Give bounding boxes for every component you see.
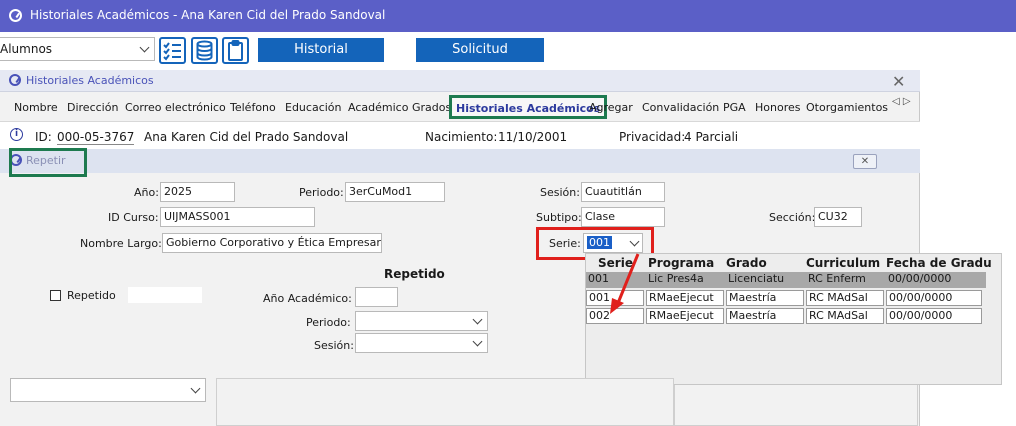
student-name: Ana Karen Cid del Prado Sandoval (144, 130, 349, 144)
grid-header-grado: Grado (726, 256, 767, 270)
repetido-blank-field (128, 287, 202, 303)
repetir-dialog-header: Repetir (0, 149, 920, 173)
grid-cell: Maestría (726, 308, 804, 324)
tab-direccion[interactable]: Dirección (67, 101, 118, 114)
privacy-label: Privacidad: (619, 130, 686, 144)
repetido-heading: Repetido (384, 267, 445, 281)
id-label: ID: (35, 130, 52, 144)
tab-otorgamientos[interactable]: Otorgamientos (806, 101, 888, 114)
tab-scroll-arrows-icon[interactable]: ◁ ▷ (892, 96, 911, 107)
birth-label: Nacimiento: (425, 130, 498, 144)
entity-selector[interactable]: Alumnos (0, 37, 155, 61)
birth-date: 11/10/2001 (498, 130, 568, 144)
nombre-largo-field[interactable]: Gobierno Corporativo y Ética Empresarial (162, 233, 382, 253)
grid-header-fecha: Fecha de Gradu (886, 256, 992, 270)
grid-cell: 00/00/0000 (886, 308, 982, 324)
tab-agregar[interactable]: Agregar (589, 101, 633, 114)
subtipo-field[interactable]: Clase (581, 207, 665, 227)
window-title-bar: Historiales Académicos - Ana Karen Cid d… (0, 0, 1016, 32)
seccion-label: Sección: (769, 211, 816, 224)
chevron-down-icon (472, 336, 483, 347)
info-icon[interactable]: i (10, 128, 23, 141)
grid-cell: RC MAdSal (806, 290, 884, 306)
periodo2-label: Periodo: (306, 316, 351, 329)
bottom-pane (216, 378, 674, 426)
tab-grados[interactable]: Grados (412, 101, 451, 114)
chevron-down-icon (139, 42, 150, 53)
grid-cell: Lic Pres4a (648, 272, 704, 285)
periodo2-select[interactable] (355, 311, 488, 331)
nombre-largo-label: Nombre Largo: (80, 237, 162, 250)
repetido-checkbox[interactable] (50, 290, 61, 301)
sesion-label: Sesión: (540, 186, 580, 199)
grid-cell: RC MAdSal (806, 308, 884, 324)
anio-academico-field[interactable] (355, 287, 398, 307)
grid-header-curriculum: Curriculum (806, 256, 881, 270)
sesion2-label: Sesión: (314, 339, 354, 352)
checklist-icon[interactable] (159, 37, 186, 64)
entity-selector-value: Alumnos (0, 42, 53, 56)
idcurso-label: ID Curso: (108, 211, 159, 224)
tab-correo-electronico[interactable]: Correo electrónico (125, 101, 226, 114)
tab-convalidacion[interactable]: Convalidación (642, 101, 719, 114)
repetir-highlight-box (9, 148, 87, 177)
bottom-select[interactable] (10, 378, 206, 402)
periodo-label: Periodo: (299, 186, 344, 199)
panel-header: Historiales Académicos (0, 70, 920, 92)
subtipo-label: Subtipo: (536, 211, 582, 224)
tab-pga[interactable]: PGA (723, 101, 746, 114)
clipboard-icon[interactable] (222, 37, 249, 64)
dialog-close-icon[interactable]: ✕ (853, 154, 877, 169)
tab-historiales-academicos[interactable]: Historiales Académicos (449, 95, 608, 119)
bottom-right-pane (674, 385, 918, 426)
panel-title: Historiales Académicos (26, 74, 154, 87)
tab-academico[interactable]: Académico (348, 101, 408, 114)
sesion-field[interactable]: Cuautitlán (581, 182, 665, 202)
historial-academico-button[interactable]: Historial Académico (258, 38, 384, 81)
grid-cell: Licenciatu (728, 272, 785, 285)
anio-academico-label: Año Académico: (263, 292, 352, 305)
privacy-value: 4 Parciali (684, 130, 739, 144)
grid-cell: RMaeEjecut (646, 308, 724, 324)
tab-educacion[interactable]: Educación (285, 101, 342, 114)
tab-bar: Nombre Dirección Correo electrónico Telé… (0, 95, 920, 119)
anio-field[interactable]: 2025 (160, 182, 235, 202)
panel-logo-icon (9, 74, 21, 86)
grid-cell: RMaeEjecut (646, 290, 724, 306)
app-logo-icon (9, 9, 22, 22)
anio-label: Año: (134, 186, 159, 199)
chevron-down-icon (472, 314, 483, 325)
tab-honores[interactable]: Honores (755, 101, 800, 114)
close-icon[interactable]: ✕ (892, 72, 905, 91)
tab-telefono[interactable]: Teléfono (230, 101, 276, 114)
database-icon[interactable] (191, 37, 218, 64)
grid-cell: RC Enferm (808, 272, 866, 285)
idcurso-field[interactable]: UIJMASS001 (160, 207, 315, 227)
student-id: 000-05-3767 (57, 130, 135, 145)
periodo-field[interactable]: 3erCuMod1 (345, 182, 445, 202)
tab-nombre[interactable]: Nombre (14, 101, 58, 114)
seccion-field[interactable]: CU32 (814, 207, 862, 227)
grid-cell: 00/00/0000 (886, 290, 982, 306)
window-title: Historiales Académicos - Ana Karen Cid d… (30, 8, 386, 22)
repetido-checkbox-label: Repetido (67, 289, 116, 302)
grid-header-programa: Programa (648, 256, 715, 270)
sesion2-select[interactable] (355, 333, 488, 353)
toolbar: Alumnos Historial A (0, 32, 1016, 81)
grid-cell: Maestría (726, 290, 804, 306)
chevron-down-icon (190, 383, 201, 394)
grid-cell: 00/00/0000 (888, 272, 952, 285)
red-arrow-icon (610, 253, 640, 314)
solicitud-button[interactable]: Solicitud (416, 38, 544, 62)
